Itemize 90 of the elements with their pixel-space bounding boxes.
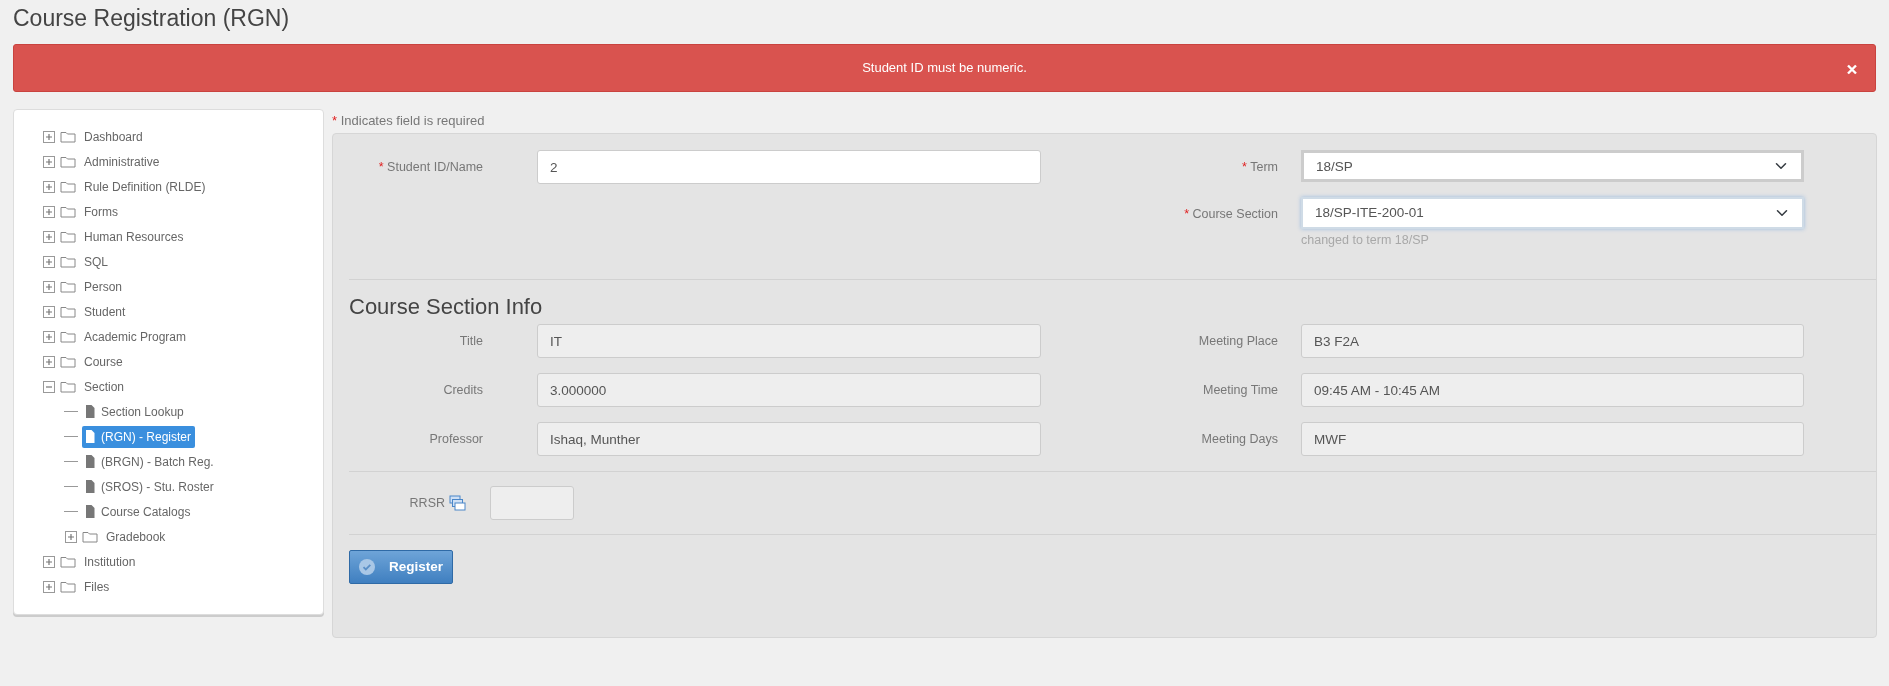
- field-label: RRSR: [409, 494, 445, 512]
- tree-item[interactable]: Course Catalogs: [82, 500, 195, 523]
- folder-icon: [60, 330, 76, 343]
- tree-item[interactable]: Administrative: [80, 150, 164, 173]
- section-heading: Course Section Info: [348, 292, 544, 321]
- document-icon: [86, 455, 95, 468]
- readonly-field[interactable]: 3.000000: [537, 373, 1041, 408]
- tree-item[interactable]: Section: [80, 375, 129, 398]
- field-label: Meeting Days: [1201, 432, 1278, 447]
- required-mark: *: [378, 160, 385, 174]
- readonly-field[interactable]: IT: [537, 324, 1041, 359]
- field-label: Course Section: [1192, 207, 1278, 221]
- check-icon: [359, 559, 375, 576]
- tree-line: [64, 486, 78, 487]
- field-label: Title: [459, 334, 483, 349]
- expand-icon[interactable]: [42, 554, 56, 569]
- expand-icon[interactable]: [42, 579, 56, 594]
- readonly-field[interactable]: 09:45 AM - 10:45 AM: [1301, 373, 1804, 408]
- readonly-field[interactable]: B3 F2A: [1301, 324, 1804, 359]
- tree-item[interactable]: Student: [80, 300, 130, 323]
- expand-icon[interactable]: [42, 204, 56, 219]
- folder-icon: [60, 355, 76, 368]
- expand-icon[interactable]: [42, 179, 56, 194]
- tree-item[interactable]: Files: [80, 575, 114, 598]
- readonly-field[interactable]: MWF: [1301, 422, 1804, 457]
- folder-icon: [60, 180, 76, 193]
- folder-icon: [60, 230, 76, 243]
- tree-item[interactable]: (BRGN) - Batch Reg.: [82, 450, 218, 473]
- folder-icon: [60, 305, 76, 318]
- document-icon: [86, 480, 95, 493]
- field-label: Term: [1250, 160, 1278, 174]
- folder-icon: [60, 380, 76, 393]
- tree-item[interactable]: Person: [80, 275, 127, 298]
- expand-icon[interactable]: [42, 329, 56, 344]
- windows-icon[interactable]: [449, 495, 466, 512]
- required-mark: *: [1242, 160, 1248, 174]
- expand-icon[interactable]: [42, 129, 56, 144]
- expand-icon[interactable]: [42, 354, 56, 369]
- tree-item[interactable]: (SROS) - Stu. Roster: [82, 475, 218, 498]
- expand-icon[interactable]: [64, 529, 78, 544]
- folder-icon: [60, 280, 76, 293]
- tree-item[interactable]: Institution: [80, 550, 140, 573]
- folder-icon: [60, 205, 76, 218]
- field-label: Credits: [443, 383, 483, 398]
- tree-item[interactable]: (RGN) - Register: [82, 425, 195, 448]
- expand-icon[interactable]: [42, 304, 56, 319]
- folder-icon: [60, 130, 76, 143]
- collapse-icon[interactable]: [42, 379, 56, 394]
- tree-line: [64, 461, 78, 462]
- tree-line: [64, 411, 78, 412]
- tree-item[interactable]: Dashboard: [80, 125, 147, 148]
- help-text: changed to term 18/SP: [1301, 232, 1430, 249]
- expand-icon[interactable]: [42, 154, 56, 169]
- course-section-select[interactable]: 18/SP-ITE-200-01: [1301, 197, 1804, 229]
- term-select[interactable]: 18/SP: [1301, 150, 1804, 182]
- folder-icon: [60, 555, 76, 568]
- tree-item[interactable]: Rule Definition (RLDE): [80, 175, 210, 198]
- required-mark: *: [332, 113, 338, 128]
- rrsr-field[interactable]: [490, 486, 574, 521]
- expand-icon[interactable]: [42, 254, 56, 269]
- field-label: Professor: [429, 432, 483, 447]
- field-label: Meeting Time: [1202, 383, 1278, 398]
- tree-item[interactable]: Human Resources: [80, 225, 188, 248]
- page-title: Course Registration (RGN): [12, 4, 291, 33]
- readonly-field[interactable]: Ishaq, Munther: [537, 422, 1041, 457]
- required-note-text: Indicates field is required: [339, 113, 485, 128]
- tree-item[interactable]: Section Lookup: [82, 400, 188, 423]
- folder-icon: [60, 580, 76, 593]
- field-label: Meeting Place: [1198, 334, 1278, 349]
- expand-icon[interactable]: [42, 229, 56, 244]
- tree-item[interactable]: Gradebook: [102, 525, 170, 548]
- register-button[interactable]: Register: [349, 550, 454, 585]
- tree-item[interactable]: Academic Program: [80, 325, 191, 348]
- alert-message: Student ID must be numeric.: [862, 59, 1027, 78]
- document-icon: [86, 405, 95, 418]
- tree-item[interactable]: Forms: [80, 200, 122, 223]
- required-mark: *: [1184, 207, 1191, 221]
- folder-icon: [82, 530, 98, 543]
- close-icon: [1847, 64, 1857, 75]
- expand-icon[interactable]: [42, 279, 56, 294]
- tree-item[interactable]: Course: [80, 350, 127, 373]
- student-id-field[interactable]: 2: [537, 150, 1041, 184]
- tree-line: [64, 511, 78, 512]
- tree-line: [64, 436, 78, 437]
- tree-item[interactable]: SQL: [80, 250, 112, 273]
- folder-icon: [60, 155, 76, 168]
- field-label: Student ID/Name: [387, 160, 483, 174]
- document-icon: [86, 430, 95, 443]
- document-icon: [86, 505, 95, 518]
- folder-icon: [60, 255, 76, 268]
